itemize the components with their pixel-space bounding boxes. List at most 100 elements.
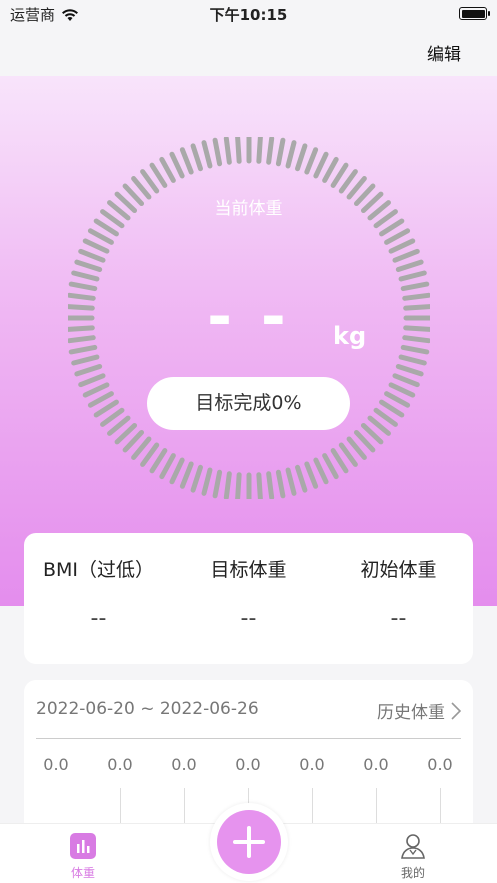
day-value-label: 0.0: [363, 755, 389, 774]
gauge-tick: [179, 461, 194, 489]
gauge-tick: [330, 162, 349, 188]
gauge-tick: [395, 259, 424, 272]
plus-icon: [217, 810, 281, 874]
gauge-tick: [266, 137, 275, 165]
gauge-tick: [256, 472, 263, 499]
gauge-tick: [395, 364, 424, 377]
gauge-tick: [379, 218, 405, 237]
gauge-tick: [74, 364, 103, 377]
gauge-tick: [398, 354, 427, 366]
day-bar-line: [184, 788, 185, 828]
gauge-tick: [78, 373, 106, 388]
stat-bmi: BMI（过低） --: [24, 555, 173, 631]
chart-divider: [36, 738, 461, 739]
gauge-tick: [223, 137, 232, 165]
user-icon: [401, 834, 425, 859]
tab-weight[interactable]: 体重: [53, 832, 113, 881]
history-link-label: 历史体重: [377, 703, 445, 723]
gauge-tick: [313, 457, 329, 485]
gauge-tick: [322, 453, 339, 480]
gauge-tick: [87, 228, 114, 245]
day-value-label: 0.0: [235, 755, 261, 774]
gauge-tick: [304, 147, 319, 175]
gauge-tick: [304, 461, 319, 489]
gauge-tick: [392, 373, 420, 388]
day-value-label: 0.0: [299, 755, 325, 774]
gauge-tick: [190, 143, 203, 172]
gauge-label: 当前体重: [214, 199, 283, 219]
tab-mine[interactable]: 我的: [383, 832, 443, 881]
tab-weight-label: 体重: [70, 866, 95, 880]
gauge-tick: [159, 453, 176, 480]
gauge-tick: [379, 399, 405, 418]
day-value-label: 0.0: [171, 755, 197, 774]
weight-unit: kg: [333, 322, 367, 350]
gauge-tick: [71, 270, 100, 282]
stat-initial-label: 初始体重: [360, 559, 437, 581]
day-bar-line: [440, 788, 441, 828]
tab-mine-label: 我的: [400, 866, 425, 880]
gauge-tick: [201, 467, 213, 496]
gauge-tick: [275, 469, 286, 499]
gauge-tick: [330, 448, 349, 474]
gauge-tick: [149, 448, 168, 474]
date-range: 2022-06-20 ~ 2022-06-26: [36, 699, 259, 719]
gauge-tick: [275, 137, 286, 167]
add-weight-button[interactable]: [210, 803, 288, 881]
gauge-tick: [179, 147, 194, 175]
gauge-tick: [295, 143, 308, 172]
current-weight-value: - -: [207, 282, 290, 352]
stat-bmi-value: --: [90, 606, 107, 631]
gauge-tick: [149, 162, 168, 188]
stat-target-value: --: [240, 606, 257, 631]
gauge-tick: [169, 457, 185, 485]
gauge-tick: [235, 472, 242, 499]
gauge-tick: [93, 218, 119, 237]
stat-target-label: 目标体重: [210, 559, 287, 581]
gauge-tick: [388, 238, 416, 254]
stat-target-weight: 目标体重 --: [174, 555, 323, 631]
gauge-tick: [235, 137, 242, 164]
gauge-tick: [87, 391, 114, 408]
gauge-tick: [388, 382, 416, 398]
stat-initial-value: --: [390, 606, 407, 631]
gauge-tick: [322, 156, 339, 183]
stats-card: BMI（过低） -- 目标体重 -- 初始体重 --: [24, 533, 473, 664]
day-value-label: 0.0: [107, 755, 133, 774]
gauge-tick: [285, 467, 297, 496]
battery-icon: [459, 7, 490, 20]
gauge-tick: [313, 151, 329, 179]
gauge-tick: [295, 464, 308, 493]
gauge-tick: [256, 137, 263, 164]
goal-progress-pill: 目标完成0%: [147, 377, 350, 430]
stat-bmi-label: BMI（过低）: [42, 559, 155, 581]
gauge-tick: [392, 248, 420, 263]
status-bar: 运营商 下午10:15: [0, 0, 497, 28]
day-value-label: 0.0: [43, 755, 69, 774]
gauge-tick: [159, 156, 176, 183]
gauge-tick: [223, 471, 232, 499]
bar-chart-icon: [70, 833, 96, 859]
gauge-tick: [78, 248, 106, 263]
gauge-tick: [82, 382, 110, 398]
gauge-tick: [201, 140, 213, 169]
gauge-tick: [212, 469, 223, 499]
gauge-tick: [74, 259, 103, 272]
gauge-tick: [82, 238, 110, 254]
gauge-tick: [169, 151, 185, 179]
nav-bar: 编辑: [0, 28, 497, 76]
gauge-tick: [266, 471, 275, 499]
gauge-tick: [71, 354, 100, 366]
gauge-tick: [285, 140, 297, 169]
history-weight-link[interactable]: 历史体重: [377, 698, 461, 723]
gauge-tick: [212, 137, 223, 167]
status-time: 下午10:15: [209, 6, 288, 24]
gauge-tick: [398, 270, 427, 282]
chevron-right-icon: [451, 701, 461, 720]
day-bar-line: [376, 788, 377, 828]
stat-initial-weight: 初始体重 --: [324, 555, 473, 631]
gauge-tick: [93, 399, 119, 418]
gauge-tick: [190, 464, 203, 493]
day-value-label: 0.0: [427, 755, 453, 774]
edit-button[interactable]: 编辑: [427, 40, 461, 65]
